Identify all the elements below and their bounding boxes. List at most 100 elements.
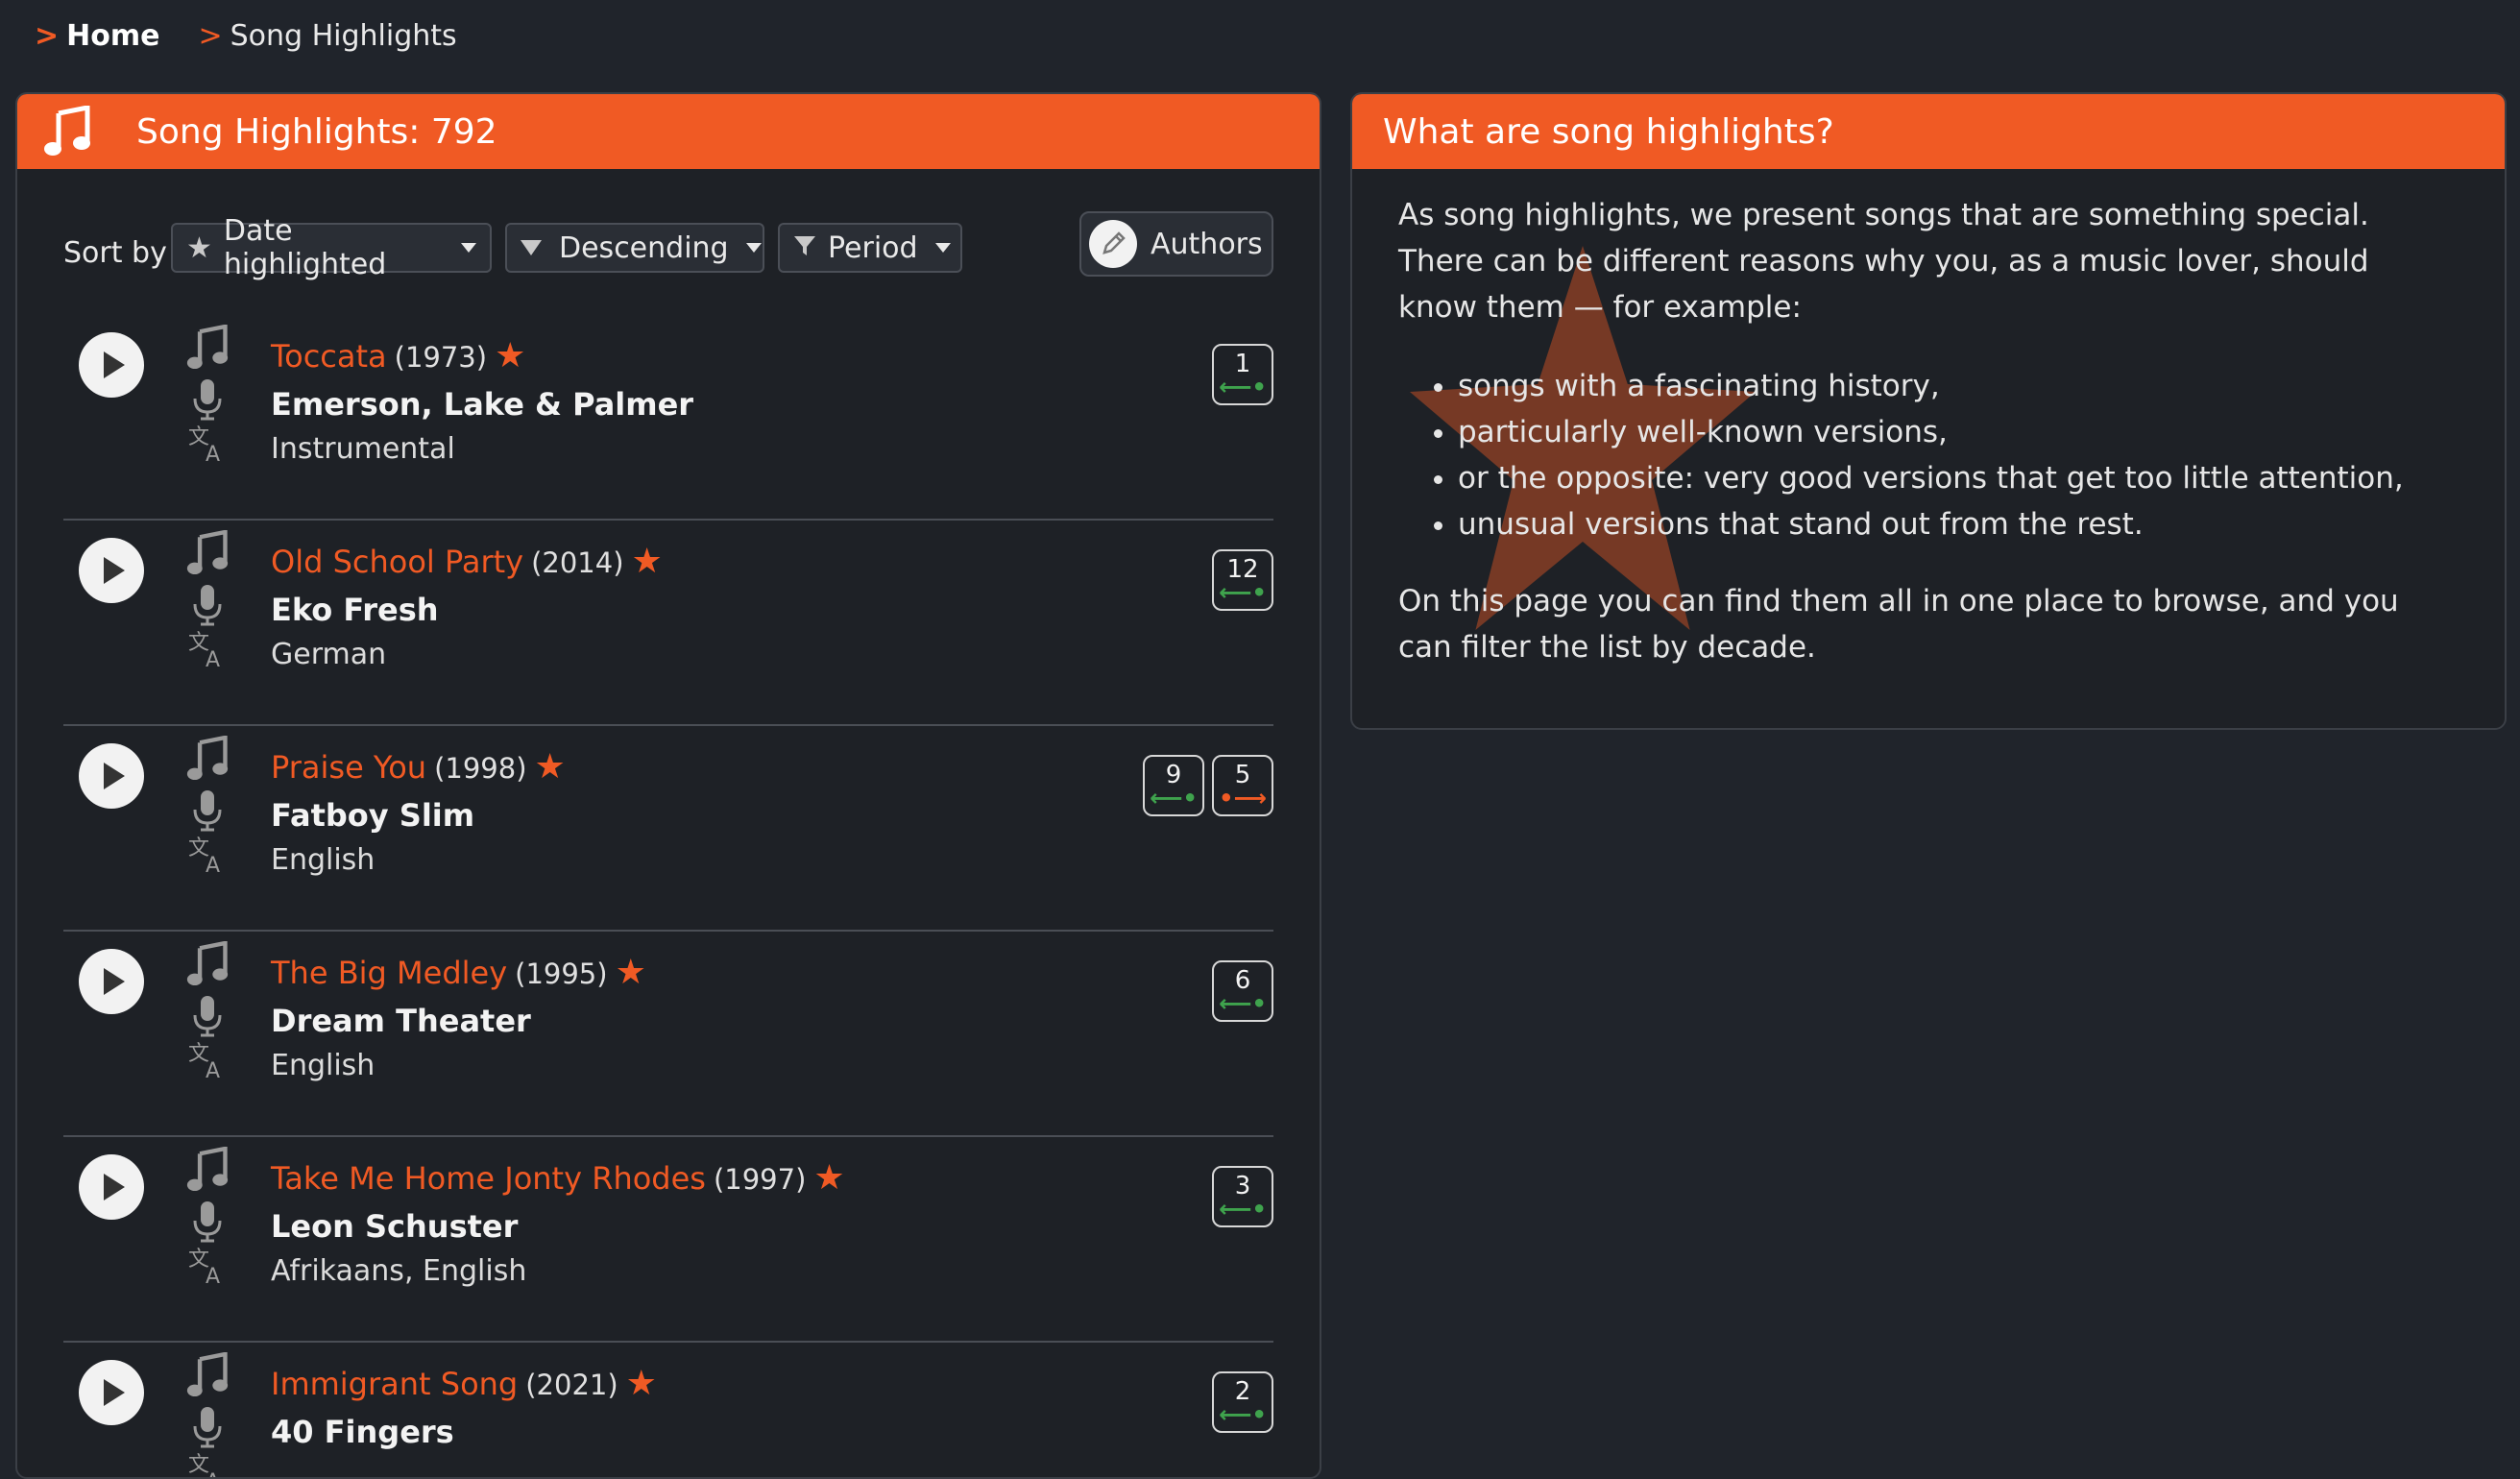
svg-text:A: A — [206, 1059, 220, 1081]
microphone-icon — [184, 788, 230, 834]
arrow-left-icon: ⟵• — [1219, 374, 1267, 400]
song-language: Instrumental — [271, 432, 455, 466]
microphone-icon — [184, 1199, 230, 1245]
breadcrumb-current[interactable]: > Song Highlights — [198, 19, 456, 53]
song-language: Afrikaans, English — [271, 1254, 527, 1288]
badges: 9 ⟵• 5 •⟶ — [1143, 755, 1273, 816]
info-outro: On this page you can find them all in on… — [1398, 584, 2399, 665]
star-icon: ★ — [631, 542, 663, 581]
related-versions-badge[interactable]: 12 ⟵• — [1212, 549, 1273, 611]
song-title-line: Immigrant Song (2021) ★ — [271, 1364, 657, 1403]
play-icon — [104, 352, 125, 378]
related-versions-badge[interactable]: 1 ⟵• — [1212, 344, 1273, 405]
badges: 12 ⟵• — [1212, 549, 1273, 611]
microphone-icon — [184, 376, 230, 423]
music-note-icon — [184, 941, 230, 987]
artist-link[interactable]: 40 Fingers — [271, 1414, 454, 1450]
play-icon — [104, 557, 125, 584]
play-icon — [104, 763, 125, 789]
artist-link[interactable]: Emerson, Lake & Palmer — [271, 386, 693, 423]
caret-down-icon — [745, 243, 762, 253]
song-title-line: Toccata (1973) ★ — [271, 336, 525, 376]
info-panel-title: What are song highlights? — [1383, 111, 1834, 152]
authors-button[interactable]: Authors — [1079, 211, 1273, 277]
sort-descending-icon — [521, 240, 542, 255]
song-list: 文 A Toccata (1973) ★ Emerson, Lake & Palmer In… — [63, 315, 1273, 1477]
artist-link[interactable]: Leon Schuster — [271, 1208, 518, 1245]
language-icon: 文A — [184, 1448, 230, 1477]
star-icon: ★ — [615, 953, 646, 992]
music-note-icon — [184, 1147, 230, 1193]
badges: 1 ⟵• — [1212, 344, 1273, 405]
song-row: 文 A The Big Medley (1995) ★ Dream Theater Engl… — [63, 932, 1273, 1137]
song-row: 文 A Praise You (1998) ★ Fatboy Slim English 9 ⟵•… — [63, 726, 1273, 932]
badges: 6 ⟵• — [1212, 960, 1273, 1022]
song-title-link[interactable]: Toccata — [271, 338, 387, 375]
svg-text:A: A — [206, 1265, 220, 1287]
pencil-icon — [1089, 220, 1137, 268]
svg-text:A: A — [206, 854, 220, 876]
song-row: 文 A Old School Party (2014) ★ Eko Fresh German… — [63, 521, 1273, 726]
related-versions-badge[interactable]: 9 ⟵• — [1143, 755, 1204, 816]
caret-down-icon — [934, 243, 951, 253]
song-title-link[interactable]: Take Me Home Jonty Rhodes — [271, 1160, 706, 1197]
music-note-icon — [38, 103, 96, 160]
microphone-icon — [184, 582, 230, 628]
play-button[interactable] — [79, 1154, 144, 1220]
artist-link[interactable]: Dream Theater — [271, 1003, 531, 1039]
related-versions-badge[interactable]: 3 ⟵• — [1212, 1166, 1273, 1227]
song-title-line: Praise You (1998) ★ — [271, 747, 566, 787]
related-versions-badge[interactable]: 6 ⟵• — [1212, 960, 1273, 1022]
svg-text:A: A — [206, 648, 220, 670]
song-title-line: Take Me Home Jonty Rhodes (1997) ★ — [271, 1158, 845, 1198]
arrow-left-icon: ⟵• — [1219, 1196, 1267, 1223]
related-versions-badge[interactable]: 2 ⟵• — [1212, 1371, 1273, 1433]
song-year: (2014) — [531, 546, 624, 579]
period-filter-dropdown[interactable]: Period — [778, 223, 962, 273]
language-icon: 文A — [184, 1037, 230, 1083]
song-year: (1973) — [394, 341, 488, 374]
song-year: (1995) — [515, 958, 608, 990]
reason-item: or the opposite: very good versions that… — [1458, 455, 2455, 501]
related-versions-badge[interactable]: 5 •⟶ — [1212, 755, 1273, 816]
song-year: (2021) — [525, 1369, 618, 1401]
music-note-icon — [184, 1352, 230, 1398]
microphone-icon — [184, 1404, 230, 1450]
info-text: As song highlights, we present songs tha… — [1398, 192, 2455, 670]
song-language: English — [271, 1049, 376, 1082]
star-icon: ★ — [534, 747, 566, 787]
artist-link[interactable]: Fatboy Slim — [271, 797, 474, 834]
reason-item: songs with a fascinating history, — [1458, 363, 2455, 409]
sort-field-dropdown[interactable]: ★ Date highlighted — [171, 214, 492, 281]
info-panel-header: What are song highlights? — [1352, 94, 2505, 169]
language-icon: 文A — [184, 626, 230, 672]
breadcrumb-home[interactable]: > Home — [35, 19, 159, 53]
play-icon — [104, 1379, 125, 1406]
song-row: 文 A Toccata (1973) ★ Emerson, Lake & Palmer In… — [63, 315, 1273, 521]
play-button[interactable] — [79, 949, 144, 1014]
play-button[interactable] — [79, 332, 144, 398]
star-icon: ★ — [495, 336, 526, 376]
play-button[interactable] — [79, 538, 144, 603]
sort-order-dropdown[interactable]: Descending — [505, 223, 764, 273]
reason-item: particularly well-known versions, — [1458, 409, 2455, 455]
artist-link[interactable]: Eko Fresh — [271, 592, 439, 628]
star-icon: ★ — [186, 230, 212, 265]
song-title-link[interactable]: Old School Party — [271, 544, 523, 580]
reasons-list: songs with a fascinating history, partic… — [1398, 363, 2455, 547]
panel-title: Song Highlights: 792 — [136, 111, 497, 152]
breadcrumb: > Home > Song Highlights — [35, 19, 457, 53]
sort-label: Sort by — [63, 236, 167, 270]
song-title-link[interactable]: The Big Medley — [271, 955, 507, 991]
song-title-link[interactable]: Praise You — [271, 749, 426, 786]
song-title-link[interactable]: Immigrant Song — [271, 1366, 518, 1402]
song-highlights-panel: Song Highlights: 792 Sort by ★ Date high… — [15, 92, 1321, 1479]
music-note-icon — [184, 736, 230, 782]
play-button[interactable] — [79, 743, 144, 809]
star-icon: ★ — [625, 1364, 657, 1403]
play-button[interactable] — [79, 1360, 144, 1425]
arrow-left-icon: ⟵• — [1219, 990, 1267, 1017]
arrow-left-icon: ⟵• — [1150, 785, 1198, 812]
music-note-icon — [184, 530, 230, 576]
arrow-left-icon: ⟵• — [1219, 1401, 1267, 1428]
